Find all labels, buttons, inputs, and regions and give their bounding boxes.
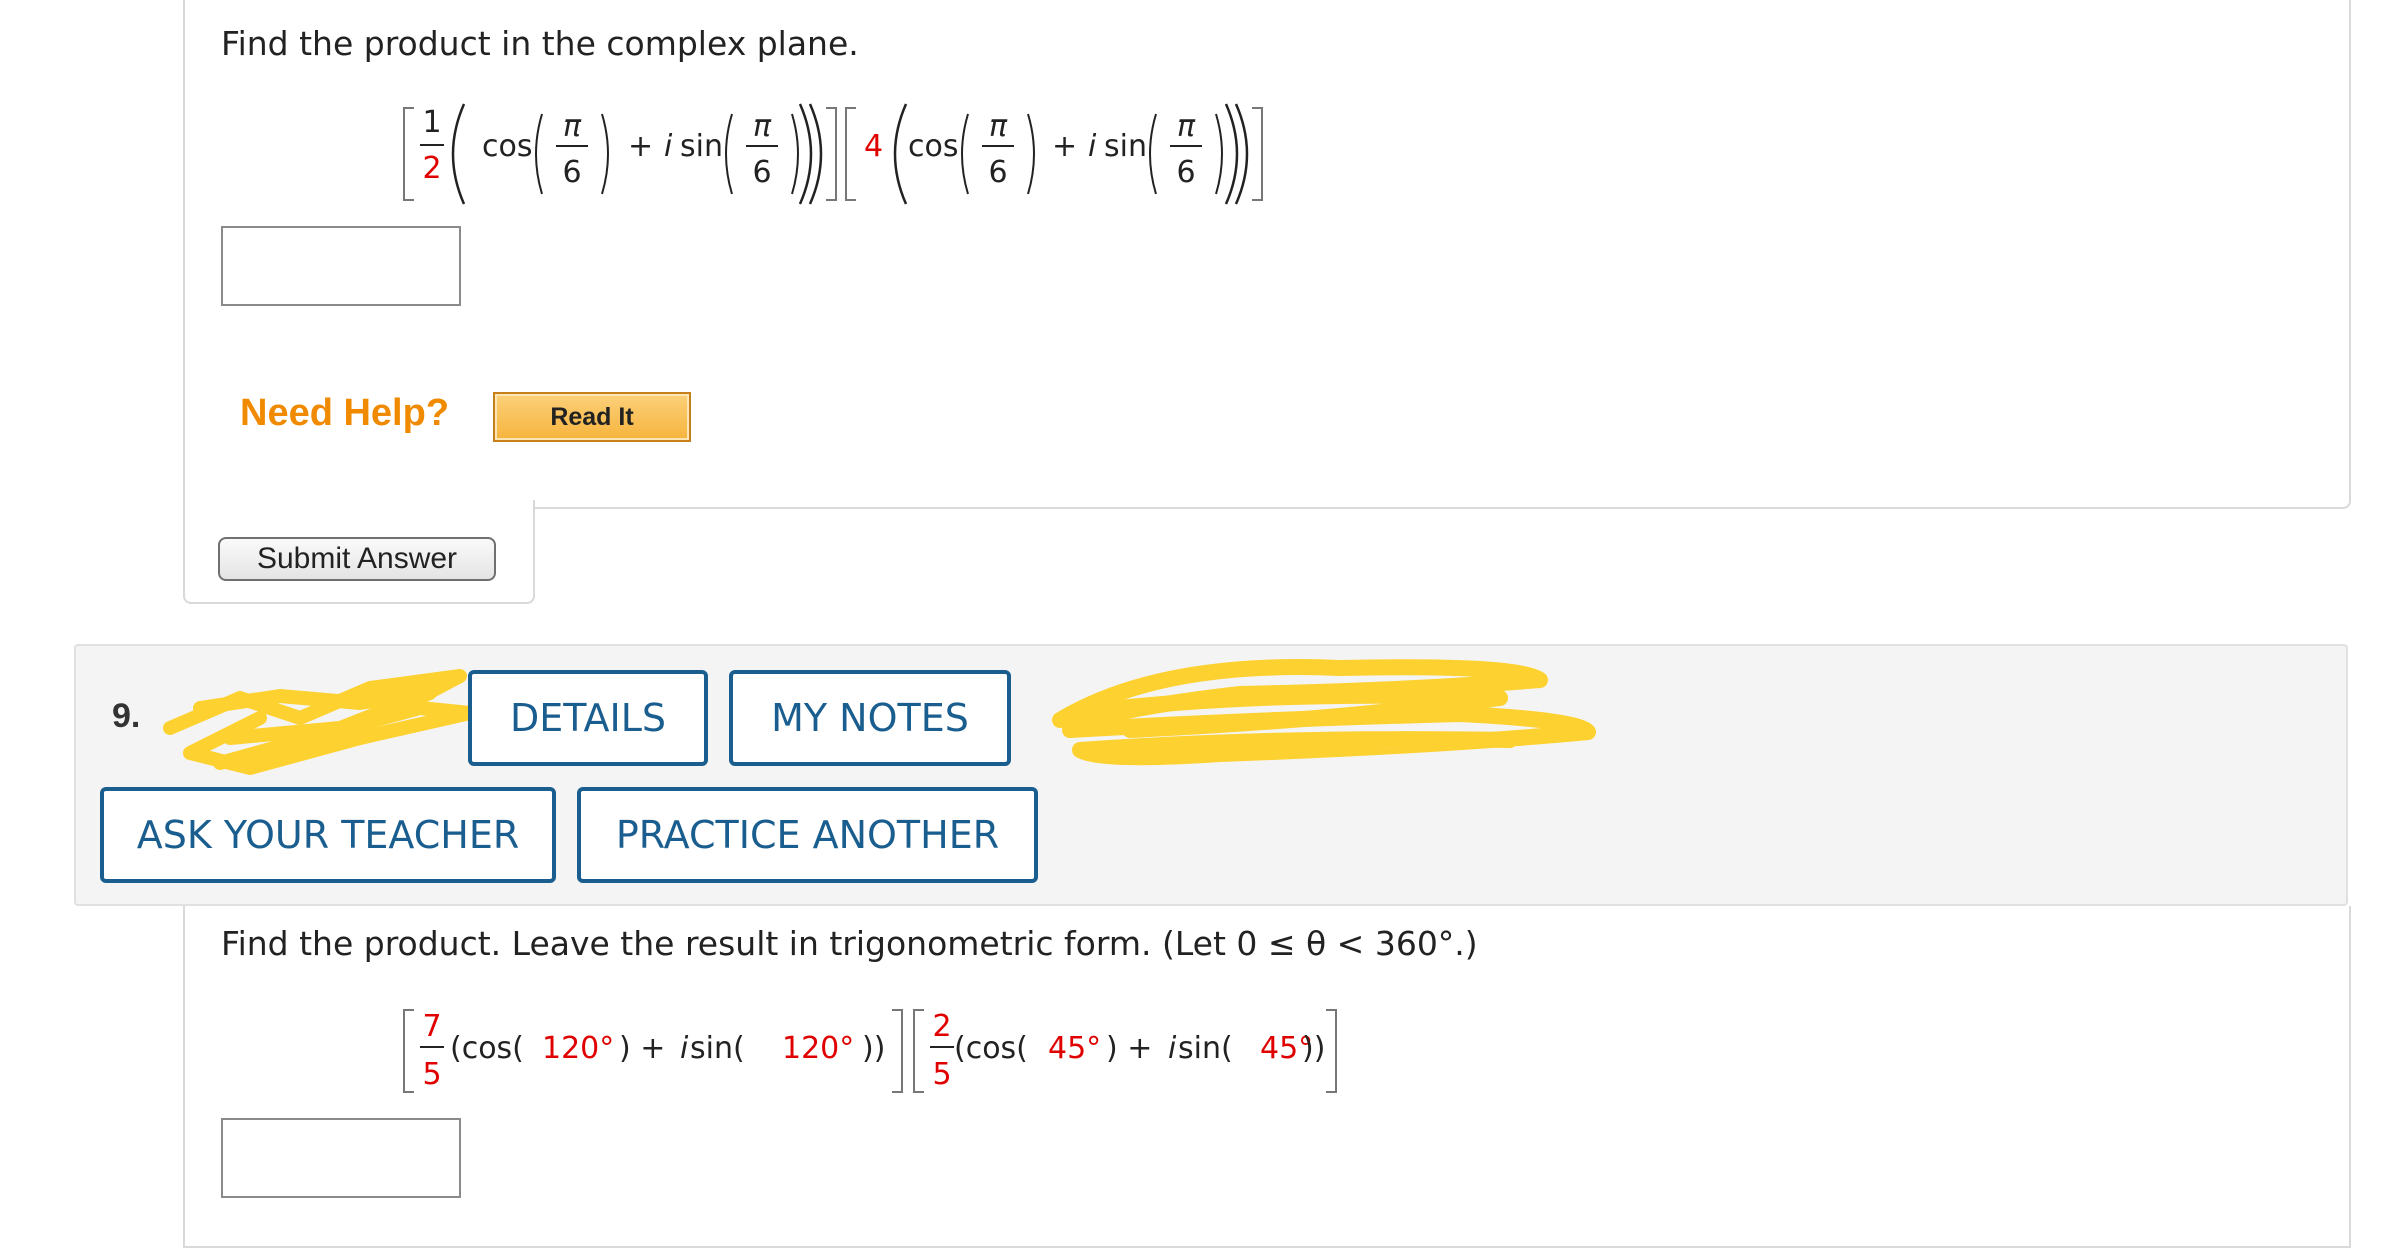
fraction-1-denominator: 5: [422, 1057, 441, 1092]
need-help-label: Need Help?: [240, 392, 450, 434]
my-notes-button[interactable]: MY NOTES: [729, 670, 1011, 766]
pi-3: π: [989, 109, 1008, 144]
close-plus-2: ) +: [1106, 1031, 1152, 1066]
angle-1a: 120°: [542, 1031, 614, 1066]
submit-answer-button[interactable]: Submit Answer: [218, 537, 496, 581]
cos-label-1: cos: [482, 129, 532, 164]
practice-another-button[interactable]: PRACTICE ANOTHER: [577, 787, 1038, 883]
ask-your-teacher-button[interactable]: ASK YOUR TEACHER: [100, 787, 556, 883]
question-9-answer-input[interactable]: [221, 1118, 461, 1198]
fraction-2-numerator: 2: [932, 1009, 951, 1044]
question-8-prompt: Find the product in the complex plane.: [221, 24, 859, 63]
six-3: 6: [988, 155, 1007, 190]
plus-1: +: [628, 129, 653, 164]
question-9-prompt: Find the product. Leave the result in tr…: [221, 924, 1478, 963]
six-1: 6: [562, 155, 581, 190]
open-cos-2: (cos(: [954, 1031, 1028, 1066]
six-2: 6: [752, 155, 771, 190]
close-1: )): [862, 1031, 885, 1066]
sin-open-2: sin(: [1178, 1031, 1233, 1066]
i-1: i: [664, 129, 673, 164]
pi-2: π: [753, 109, 772, 144]
sin-label-1: sin: [680, 129, 723, 164]
fraction-1-numerator: 1: [422, 105, 441, 140]
i-1: i: [680, 1031, 689, 1066]
sin-open-1: sin(: [690, 1031, 745, 1066]
fraction-1-numerator: 7: [422, 1009, 441, 1044]
open-cos-1: (cos(: [450, 1031, 524, 1066]
question-8-answer-input[interactable]: [221, 226, 461, 306]
close-plus-1: ) +: [619, 1031, 665, 1066]
six-4: 6: [1176, 155, 1195, 190]
left-bracket: [403, 107, 414, 201]
angle-1b: 120°: [782, 1031, 854, 1066]
plus-2: +: [1052, 129, 1077, 164]
pi-1: π: [563, 109, 582, 144]
fraction-2-denominator: 5: [932, 1057, 951, 1092]
i-2: i: [1088, 129, 1097, 164]
read-it-button[interactable]: Read It: [493, 392, 691, 442]
close-2: )): [1302, 1031, 1325, 1066]
question-number: 9.: [112, 697, 141, 735]
i-2: i: [1168, 1031, 1177, 1066]
right-bracket: [1252, 107, 1263, 201]
pi-4: π: [1177, 109, 1196, 144]
cos-label-2: cos: [908, 129, 958, 164]
fraction-1-denominator: 2: [422, 151, 441, 186]
angle-2a: 45°: [1048, 1031, 1101, 1066]
coefficient-2: 4: [864, 129, 883, 164]
sin-label-2: sin: [1104, 129, 1147, 164]
left-bracket: [403, 1009, 414, 1093]
question-8-expression: 1 2 cos π 6 + i sin π 6 4 cos π 6 + i si…: [403, 103, 1263, 205]
right-bracket: [1326, 1009, 1337, 1093]
details-button[interactable]: DETAILS: [468, 670, 708, 766]
question-9-expression: 7 5 (cos( 120° ) + i sin( 120° )) 2 5 (c…: [403, 1009, 1337, 1093]
